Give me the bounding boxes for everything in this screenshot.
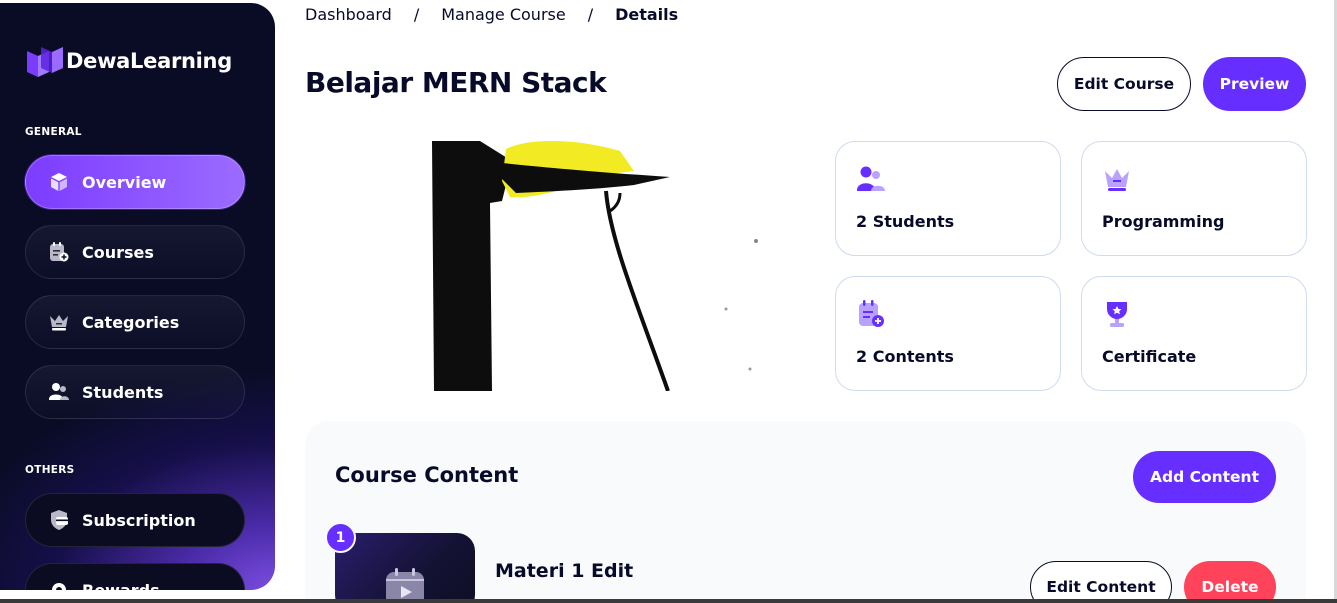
- sidebar-item-label: Categories: [82, 312, 180, 332]
- delete-content-button[interactable]: Delete: [1184, 561, 1276, 603]
- sidebar-item-rewards[interactable]: Rewards: [25, 563, 245, 590]
- breadcrumb: Dashboard / Manage Course / Details: [305, 5, 678, 24]
- edit-content-button[interactable]: Edit Content: [1030, 561, 1172, 603]
- page-title: Belajar MERN Stack: [305, 66, 607, 99]
- sidebar-item-label: Subscription: [82, 510, 196, 530]
- logo-icon: [27, 47, 63, 77]
- brand-name: DewaLearning: [66, 49, 232, 73]
- breadcrumb-details: Details: [615, 5, 679, 24]
- breadcrumb-separator: /: [587, 5, 594, 24]
- sidebar-item-label: Courses: [82, 242, 154, 262]
- users-icon: [857, 166, 885, 191]
- sidebar-item-categories[interactable]: Categories: [25, 295, 245, 349]
- sidebar: DewaLearning GENERAL Overview Courses Ca…: [0, 3, 275, 590]
- note-add-icon: [48, 241, 70, 263]
- lesson-number-badge: 1: [325, 522, 356, 553]
- crown-icon: [48, 311, 70, 333]
- course-content-title: Course Content: [335, 463, 519, 487]
- stat-students-label: 2 Students: [856, 212, 955, 231]
- stat-card-certificate: Certificate: [1081, 276, 1307, 391]
- brand-logo[interactable]: DewaLearning: [25, 43, 232, 79]
- cube-icon: [48, 171, 70, 193]
- lesson-title[interactable]: Materi 1 Edit: [495, 560, 633, 582]
- stat-card-contents: 2 Contents: [835, 276, 1061, 391]
- sidebar-item-subscription[interactable]: Subscription: [25, 493, 245, 547]
- stat-card-category: Programming: [1081, 141, 1307, 256]
- users-icon: [48, 381, 70, 403]
- app-root: DewaLearning GENERAL Overview Courses Ca…: [0, 0, 1337, 603]
- cup-icon: [1107, 302, 1127, 327]
- sidebar-item-students[interactable]: Students: [25, 365, 245, 419]
- horizontal-scrollbar[interactable]: [0, 599, 1337, 603]
- stat-card-students: 2 Students: [835, 141, 1061, 256]
- crown-icon: [1105, 169, 1129, 191]
- sidebar-item-label: Overview: [82, 172, 167, 192]
- breadcrumb-separator: /: [413, 5, 420, 24]
- breadcrumb-dashboard[interactable]: Dashboard: [305, 5, 392, 24]
- sidebar-item-overview[interactable]: Overview: [25, 155, 245, 209]
- breadcrumb-manage-course[interactable]: Manage Course: [441, 5, 566, 24]
- course-thumbnail: [420, 141, 785, 391]
- sidebar-item-label: Students: [82, 382, 164, 402]
- medal-icon: [48, 579, 70, 590]
- security-card-icon: [48, 509, 70, 531]
- stat-certificate-label: Certificate: [1102, 347, 1197, 366]
- section-others-label: OTHERS: [25, 464, 75, 476]
- note-add-icon: [859, 300, 884, 327]
- section-general-label: GENERAL: [25, 126, 82, 138]
- video-icon: [386, 568, 424, 603]
- preview-button[interactable]: Preview: [1203, 57, 1306, 111]
- stat-category-label: Programming: [1102, 212, 1225, 231]
- sidebar-item-label: Rewards: [82, 580, 160, 591]
- edit-course-button[interactable]: Edit Course: [1057, 57, 1191, 111]
- sidebar-item-courses[interactable]: Courses: [25, 225, 245, 279]
- lesson-thumbnail: [335, 533, 475, 603]
- add-content-button[interactable]: Add Content: [1133, 451, 1276, 503]
- stat-contents-label: 2 Contents: [856, 347, 954, 366]
